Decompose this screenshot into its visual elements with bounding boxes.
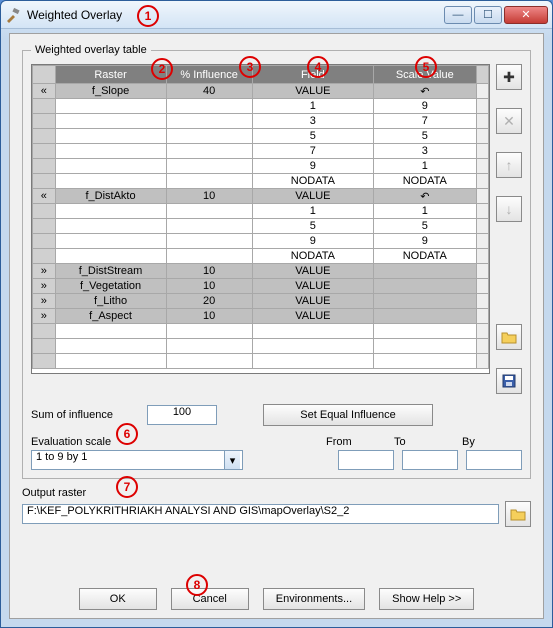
table-row[interactable]: 55: [33, 129, 489, 144]
scroll-head: [476, 66, 488, 84]
table-row[interactable]: 37: [33, 114, 489, 129]
from-input[interactable]: [338, 450, 394, 470]
table-row[interactable]: 11: [33, 204, 489, 219]
remove-button[interactable]: ✕: [496, 108, 522, 134]
table-row[interactable]: 73: [33, 144, 489, 159]
table-row[interactable]: »f_Vegetation10VALUE: [33, 279, 489, 294]
minimize-button[interactable]: —: [444, 6, 472, 24]
table-row[interactable]: 99: [33, 234, 489, 249]
move-down-button[interactable]: ↓: [496, 196, 522, 222]
titlebar[interactable]: Weighted Overlay — ☐ ✕: [1, 1, 552, 29]
col-raster[interactable]: Raster: [55, 66, 166, 84]
dialog-content: Weighted overlay table Raster % Influenc…: [9, 33, 544, 619]
by-input[interactable]: [466, 450, 522, 470]
sum-value: 100: [147, 405, 217, 425]
table-row[interactable]: «f_Slope40VALUE↶: [33, 84, 489, 99]
col-field[interactable]: Field: [252, 66, 373, 84]
show-help-button[interactable]: Show Help >>: [379, 588, 474, 610]
move-up-button[interactable]: ↑: [496, 152, 522, 178]
table-row[interactable]: «f_DistAkto10VALUE↶: [33, 189, 489, 204]
browse-button[interactable]: [505, 501, 531, 527]
set-equal-button[interactable]: Set Equal Influence: [263, 404, 433, 426]
by-label: By: [462, 436, 522, 448]
row-header-corner: [33, 66, 56, 84]
table-row[interactable]: NODATANODATA: [33, 174, 489, 189]
output-label: Output raster: [22, 487, 531, 499]
table-row[interactable]: »f_Litho20VALUE: [33, 294, 489, 309]
overlay-table[interactable]: Raster % Influence Field Scale Value «f_…: [31, 64, 490, 374]
col-influence[interactable]: % Influence: [166, 66, 252, 84]
to-label: To: [394, 436, 454, 448]
output-path-input[interactable]: F:\KEF_POLYKRITHRIAKH ANALYSI AND GIS\ma…: [22, 504, 499, 524]
eval-label: Evaluation scale: [31, 436, 139, 448]
table-row[interactable]: 55: [33, 219, 489, 234]
window-title: Weighted Overlay: [27, 8, 442, 22]
ok-button[interactable]: OK: [79, 588, 157, 610]
dialog-window: Weighted Overlay — ☐ ✕ Weighted overlay …: [0, 0, 553, 628]
overlay-table-fieldset: Weighted overlay table Raster % Influenc…: [22, 44, 531, 479]
table-row[interactable]: 19: [33, 99, 489, 114]
fieldset-legend: Weighted overlay table: [31, 44, 151, 56]
open-button[interactable]: [496, 324, 522, 350]
to-input[interactable]: [402, 450, 458, 470]
cancel-button[interactable]: Cancel: [171, 588, 249, 610]
from-label: From: [326, 436, 386, 448]
maximize-button[interactable]: ☐: [474, 6, 502, 24]
close-button[interactable]: ✕: [504, 6, 548, 24]
table-row[interactable]: »f_Aspect10VALUE: [33, 309, 489, 324]
environments-button[interactable]: Environments...: [263, 588, 365, 610]
table-row[interactable]: 91: [33, 159, 489, 174]
eval-scale-select[interactable]: 1 to 9 by 1: [31, 450, 243, 470]
add-button[interactable]: ✚: [496, 64, 522, 90]
save-button[interactable]: [496, 368, 522, 394]
table-row[interactable]: NODATANODATA: [33, 249, 489, 264]
sum-label: Sum of influence: [31, 409, 139, 421]
table-row[interactable]: »f_DistStream10VALUE: [33, 264, 489, 279]
col-scale[interactable]: Scale Value: [373, 66, 476, 84]
hammer-icon: [5, 7, 21, 23]
